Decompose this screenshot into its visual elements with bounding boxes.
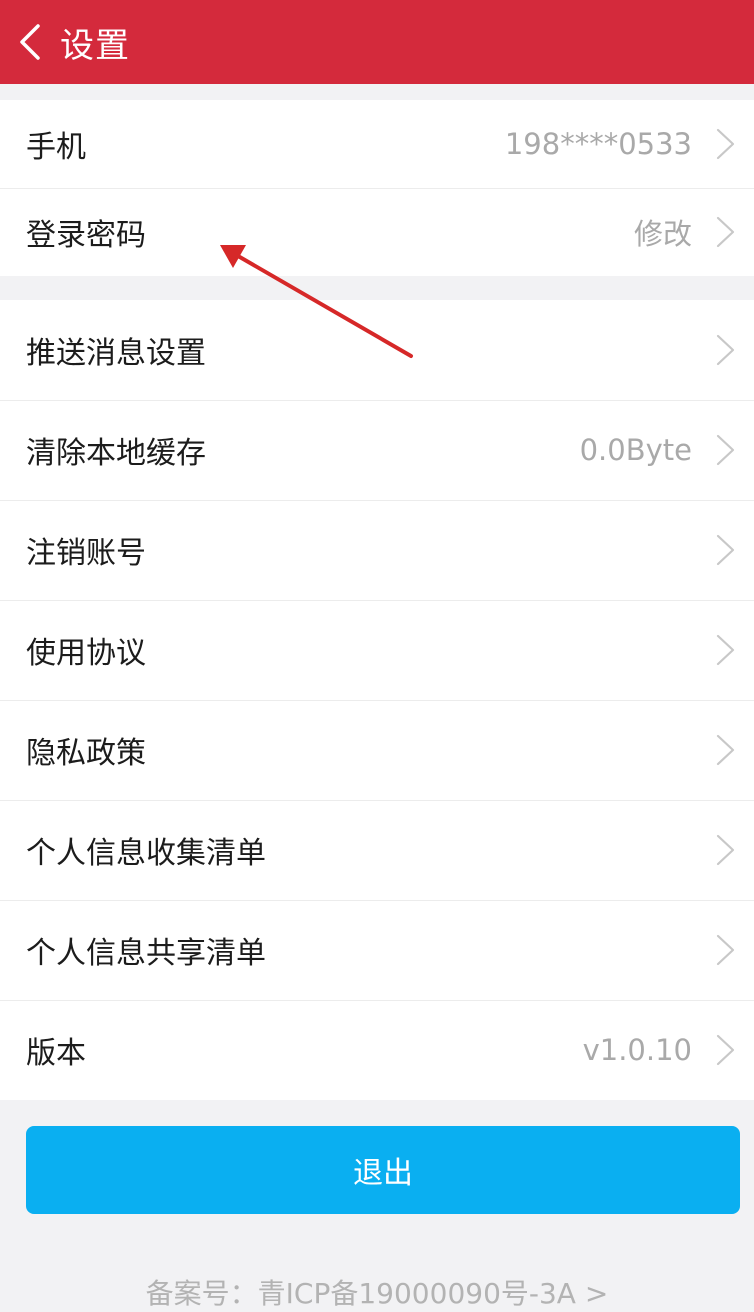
chevron-right-icon (716, 434, 735, 466)
chevron-right-icon (716, 734, 735, 766)
row-label: 版本 (26, 1036, 86, 1071)
phone-row[interactable]: 手机 198****0533 (0, 100, 754, 188)
phone-number-value: 198****0533 (504, 127, 692, 161)
row-label: 登录密码 (26, 218, 146, 253)
row-label: 手机 (26, 130, 86, 165)
privacy-policy-row[interactable]: 隐私政策 (0, 700, 754, 800)
account-group: 手机 198****0533 登录密码 修改 (0, 100, 754, 276)
clear-cache-row[interactable]: 清除本地缓存 0.0Byte (0, 400, 754, 500)
personal-info-collection-row[interactable]: 个人信息收集清单 (0, 800, 754, 900)
chevron-left-icon (20, 24, 40, 60)
chevron-right-icon (716, 834, 735, 866)
row-label: 使用协议 (26, 636, 146, 671)
chevron-right-icon (716, 1034, 735, 1066)
chevron-right-icon (716, 334, 735, 366)
version-value: v1.0.10 (582, 1033, 692, 1067)
row-label: 注销账号 (26, 536, 146, 571)
logout-button[interactable]: 退出 (26, 1126, 740, 1214)
login-password-row[interactable]: 登录密码 修改 (0, 188, 754, 276)
row-label: 清除本地缓存 (26, 436, 206, 471)
delete-account-row[interactable]: 注销账号 (0, 500, 754, 600)
chevron-right-icon (716, 128, 735, 160)
chevron-right-icon (716, 216, 735, 248)
chevron-right-icon (716, 534, 735, 566)
row-label: 推送消息设置 (26, 336, 206, 371)
chevron-right-icon (716, 634, 735, 666)
user-agreement-row[interactable]: 使用协议 (0, 600, 754, 700)
version-row[interactable]: 版本 v1.0.10 (0, 1000, 754, 1100)
personal-info-sharing-row[interactable]: 个人信息共享清单 (0, 900, 754, 1000)
push-message-settings-row[interactable]: 推送消息设置 (0, 300, 754, 400)
icp-record-link[interactable]: 备案号：青ICP备19000090号-3A > (0, 1272, 754, 1312)
row-label: 个人信息共享清单 (26, 936, 266, 971)
cache-size-value: 0.0Byte (579, 433, 692, 467)
settings-group: 推送消息设置 清除本地缓存 0.0Byte 注销账号 使用协议 隐私政策 个人信… (0, 300, 754, 1100)
row-label: 隐私政策 (26, 736, 146, 771)
modify-value: 修改 (633, 217, 692, 251)
chevron-right-icon (716, 934, 735, 966)
app-header: 设置 (0, 0, 754, 84)
back-button[interactable] (0, 0, 60, 84)
page-title: 设置 (60, 25, 130, 66)
row-label: 个人信息收集清单 (26, 836, 266, 871)
